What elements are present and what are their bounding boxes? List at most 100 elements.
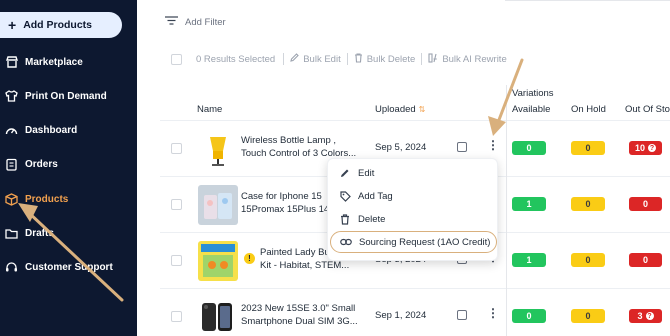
trash-icon — [354, 52, 363, 66]
divider — [283, 53, 285, 65]
row-checkbox[interactable] — [171, 311, 182, 322]
divider — [346, 53, 348, 65]
add-products-label: Add Products — [23, 19, 93, 31]
header-out-of-stock: Out Of Sto — [625, 104, 670, 115]
tag-icon — [339, 190, 351, 202]
header-uploaded-label: Uploaded — [375, 104, 416, 115]
results-selected-text: 0 Results Selected — [196, 53, 276, 65]
top-divider — [505, 0, 670, 1]
sidebar-item-label: Drafts — [25, 227, 54, 239]
folder-icon — [5, 227, 18, 240]
product-actions-menu: Edit Add Tag Delete Sourcing Request (1A… — [327, 158, 498, 261]
out-of-stock-badge: 0 — [629, 197, 662, 211]
add-filter-button[interactable]: Add Filter — [165, 16, 226, 28]
bulk-ai-rewrite-button[interactable]: Bulk AI Rewrite — [428, 52, 507, 66]
sidebar-item-orders[interactable]: Orders — [0, 154, 137, 174]
header-on-hold: On Hold — [571, 104, 606, 115]
store-icon — [5, 56, 18, 69]
product-thumbnail-phone-case[interactable] — [198, 185, 238, 225]
help-icon: ? — [645, 312, 654, 320]
header-name: Name — [197, 104, 223, 115]
sidebar-item-label: Orders — [25, 158, 58, 170]
sidebar-item-marketplace[interactable]: Marketplace — [0, 52, 137, 72]
menu-item-label: Edit — [358, 167, 375, 179]
menu-item-add-tag[interactable]: Add Tag — [328, 185, 499, 207]
sidebar-item-label: Marketplace — [25, 56, 83, 68]
product-thumbnail-smartphone[interactable] — [198, 297, 238, 336]
product-thumbnail-butterfly-kit[interactable] — [198, 241, 238, 281]
product-name-line2: Kit - Habitat, STEM... — [260, 259, 350, 271]
product-name-line1: Wireless Bottle Lamp , — [241, 135, 337, 146]
bulk-edit-label: Bulk Edit — [303, 53, 341, 65]
table-row[interactable]: 2023 New 15SE 3.0" Small Smartphone Dual… — [160, 289, 670, 336]
gauge-icon — [5, 124, 18, 137]
sidebar-item-label: Dashboard — [25, 124, 78, 136]
header-variations: Variations — [512, 88, 554, 99]
box-icon — [5, 192, 18, 206]
warning-icon: ! — [244, 253, 255, 264]
filter-icon — [165, 16, 178, 28]
menu-item-delete[interactable]: Delete — [328, 208, 499, 230]
more-options-icon[interactable]: ⋮ — [487, 139, 499, 151]
row-checkbox[interactable] — [171, 143, 182, 154]
menu-item-sourcing-request[interactable]: Sourcing Request (1AO Credit) — [330, 231, 497, 253]
sidebar-item-print-on-demand[interactable]: Print On Demand — [0, 86, 137, 106]
more-options-icon[interactable]: ⋮ — [487, 307, 499, 319]
trash-icon — [339, 213, 351, 225]
product-name-line1: 2023 New 15SE 3.0" Small — [241, 303, 356, 314]
note-icon[interactable] — [457, 142, 467, 152]
add-products-button[interactable]: + Add Products — [0, 12, 122, 38]
product-name-line2: Smartphone Dual SIM 3G... — [241, 315, 358, 327]
add-filter-label: Add Filter — [185, 16, 226, 28]
out-of-stock-count: 3 — [637, 311, 643, 321]
on-hold-badge: 0 — [571, 197, 605, 211]
menu-item-edit[interactable]: Edit — [328, 162, 499, 184]
sidebar-item-dashboard[interactable]: Dashboard — [0, 120, 137, 140]
available-badge: 0 — [512, 309, 546, 323]
sidebar: + Add Products Marketplace Print On Dema… — [0, 0, 137, 336]
note-icon[interactable] — [457, 310, 467, 320]
pencil-icon — [339, 168, 351, 178]
out-of-stock-badge: 0 — [629, 253, 662, 267]
shirt-icon — [5, 90, 18, 103]
menu-item-label: Sourcing Request (1AO Credit) — [359, 236, 491, 248]
on-hold-badge: 0 — [571, 141, 605, 155]
row-checkbox[interactable] — [171, 199, 182, 210]
plus-icon: + — [8, 17, 17, 33]
header-available: Available — [512, 104, 551, 115]
sidebar-item-drafts[interactable]: Drafts — [0, 223, 137, 243]
product-name[interactable]: 2023 New 15SE 3.0" Small Smartphone Dual… — [241, 303, 364, 328]
product-thumbnail-lamp[interactable] — [198, 129, 238, 169]
row-checkbox[interactable] — [171, 255, 182, 266]
help-icon: ? — [648, 144, 656, 152]
bulk-edit-button[interactable]: Bulk Edit — [290, 53, 341, 65]
pencil-icon — [290, 53, 299, 65]
uploaded-date: Sep 1, 2024 — [375, 310, 427, 321]
out-of-stock-badge: 3 ? — [629, 309, 662, 323]
menu-item-label: Add Tag — [358, 190, 393, 202]
out-of-stock-count: 10 — [634, 143, 645, 153]
bulk-delete-button[interactable]: Bulk Delete — [354, 52, 415, 66]
sidebar-item-label: Customer Support — [25, 261, 113, 273]
link-icon — [340, 238, 352, 246]
on-hold-badge: 0 — [571, 253, 605, 267]
select-all-checkbox[interactable] — [171, 53, 182, 65]
on-hold-badge: 0 — [571, 309, 605, 323]
bulk-ai-rewrite-label: Bulk AI Rewrite — [442, 53, 507, 65]
divider — [421, 53, 423, 65]
ai-rewrite-icon — [428, 52, 438, 66]
sidebar-item-products[interactable]: Products — [0, 189, 137, 209]
headset-icon — [5, 261, 18, 274]
available-badge: 0 — [512, 141, 546, 155]
available-badge: 1 — [512, 253, 546, 267]
header-uploaded[interactable]: Uploaded ⇅ — [375, 104, 425, 115]
sidebar-item-label: Print On Demand — [25, 90, 107, 102]
out-of-stock-badge: 10 ? — [629, 141, 662, 155]
sidebar-item-customer-support[interactable]: Customer Support — [0, 257, 137, 277]
available-badge: 1 — [512, 197, 546, 211]
menu-item-label: Delete — [358, 213, 386, 225]
sidebar-item-label: Products — [25, 193, 69, 205]
clipboard-icon — [5, 158, 18, 171]
product-name[interactable]: Wireless Bottle Lamp , Touch Control of … — [241, 135, 364, 160]
sort-icon: ⇅ — [418, 105, 426, 114]
